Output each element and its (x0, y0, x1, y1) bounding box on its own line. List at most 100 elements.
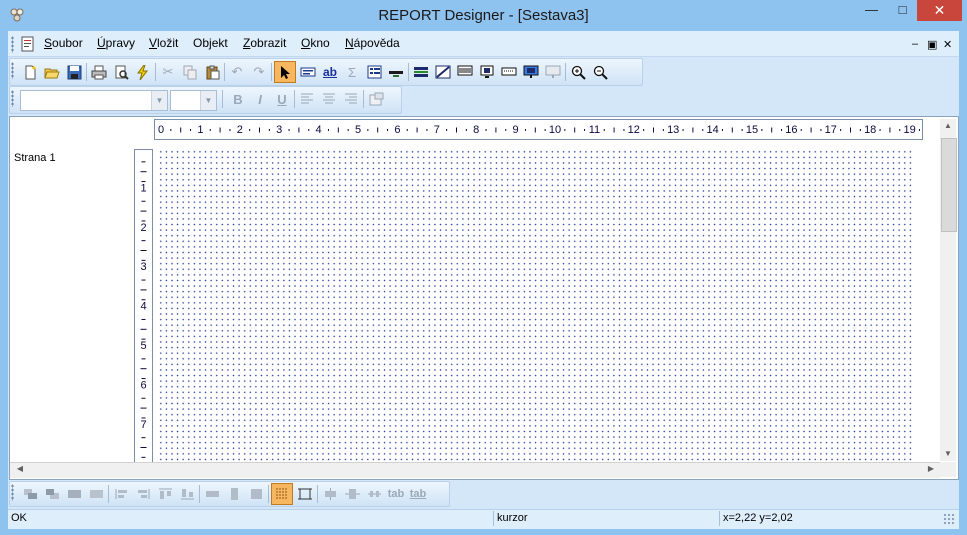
same-size-icon[interactable] (246, 484, 266, 504)
mdi-restore-button[interactable]: ▣ (927, 38, 937, 51)
italic-button[interactable]: I (250, 89, 270, 109)
scroll-left-icon[interactable]: ◀ (14, 464, 26, 473)
band-page-icon[interactable] (521, 62, 541, 82)
run-icon[interactable] (133, 62, 153, 82)
send-back-icon[interactable] (42, 484, 62, 504)
redo-icon[interactable]: ↷ (249, 62, 269, 82)
toolbar-separator (224, 63, 225, 81)
vertical-scroll-thumb[interactable] (941, 138, 957, 232)
print-preview-icon[interactable] (111, 62, 131, 82)
space-evenly-icon[interactable] (364, 484, 384, 504)
band-footer-icon[interactable] (477, 62, 497, 82)
align-left-icon[interactable] (297, 89, 317, 109)
select-pointer-icon[interactable] (274, 61, 296, 83)
new-icon[interactable] (20, 62, 40, 82)
font-size-select[interactable]: ▼ (170, 90, 217, 111)
align-rights-icon[interactable] (133, 484, 153, 504)
scroll-right-icon[interactable]: ▶ (925, 464, 937, 473)
menu-okno[interactable]: Okno (301, 36, 330, 50)
menu-napoveda[interactable]: Nápověda (345, 36, 400, 50)
horizontal-scrollbar[interactable] (10, 462, 940, 478)
menu-objekt[interactable]: Objekt (193, 36, 228, 50)
zoom-in-icon[interactable] (568, 62, 588, 82)
toolbar-separator (268, 485, 269, 503)
band-detail-icon[interactable] (433, 62, 453, 82)
bring-front-icon[interactable] (20, 484, 40, 504)
scroll-down-icon[interactable]: ▼ (940, 449, 956, 458)
close-button[interactable]: ✕ (917, 0, 962, 21)
document-icon[interactable] (20, 36, 36, 55)
toolbar-separator (565, 63, 566, 81)
scroll-up-icon[interactable]: ▲ (940, 121, 956, 130)
insert-field-icon[interactable] (298, 62, 318, 82)
ruler-mark-h: 9 (513, 124, 519, 136)
vertical-ruler: 1 2 3 4 5 6 7 (134, 149, 153, 463)
resize-grip[interactable] (943, 513, 956, 526)
font-name-select[interactable]: ▼ (20, 90, 168, 111)
same-width-icon[interactable] (202, 484, 222, 504)
same-height-icon[interactable] (224, 484, 244, 504)
align-center-icon[interactable] (319, 89, 339, 109)
ruler-mark-h: 18 (864, 124, 876, 136)
band-header-icon[interactable] (455, 62, 475, 82)
paste-icon[interactable] (202, 62, 222, 82)
align-right-icon[interactable] (341, 89, 361, 109)
minimize-button[interactable]: — (856, 0, 887, 21)
tab-order-auto-button[interactable]: tab (408, 484, 428, 504)
align-bottoms-icon[interactable] (177, 484, 197, 504)
toolbar-separator (363, 90, 364, 108)
frame-icon[interactable] (295, 484, 315, 504)
layout-toolbar-grip[interactable] (11, 484, 14, 501)
band-icon[interactable] (411, 62, 431, 82)
tab-order-button[interactable]: tab (386, 484, 406, 504)
snap-grid-icon[interactable] (271, 483, 293, 505)
toolbar-grip[interactable] (11, 62, 14, 79)
mdi-close-button[interactable]: ✕ (943, 38, 952, 51)
properties-icon[interactable] (366, 89, 386, 109)
align-lefts-icon[interactable] (111, 484, 131, 504)
toolbar-separator (108, 485, 109, 503)
cut-icon[interactable]: ✂ (158, 62, 178, 82)
format-toolbar-grip[interactable] (11, 90, 14, 107)
section-label[interactable]: Strana 1 (14, 152, 56, 164)
align-tops-icon[interactable] (155, 484, 175, 504)
insert-sum-icon[interactable]: Σ (342, 62, 362, 82)
ruler-mark-h: 11 (589, 124, 600, 136)
toolbar-separator (271, 63, 272, 81)
band-group-icon[interactable] (499, 62, 519, 82)
copy-icon[interactable] (180, 62, 200, 82)
menu-upravy[interactable]: Úpravy (97, 36, 135, 50)
band-summary-icon[interactable] (543, 62, 563, 82)
horizontal-ruler: 0 1 2 3 4 5 6 7 8 9 10 11 12 13 14 15 16 17 18 19 (154, 119, 923, 140)
zoom-out-icon[interactable] (590, 62, 610, 82)
status-state: OK (11, 512, 27, 524)
menu-zobrazit[interactable]: Zobrazit (243, 36, 286, 50)
undo-icon[interactable]: ↶ (227, 62, 247, 82)
forward-icon[interactable] (64, 484, 84, 504)
center-vertical-icon[interactable] (342, 484, 362, 504)
design-canvas[interactable] (158, 149, 912, 461)
open-icon[interactable] (42, 62, 62, 82)
ruler-mark-h: 5 (355, 124, 361, 136)
ruler-mark-h: 19 (903, 124, 915, 136)
chevron-down-icon[interactable]: ▼ (151, 91, 167, 110)
backward-icon[interactable] (86, 484, 106, 504)
menu-soubor[interactable]: Soubor (44, 36, 83, 50)
center-horizontal-icon[interactable] (320, 484, 340, 504)
ruler-mark-h: 3 (276, 124, 282, 136)
print-icon[interactable] (89, 62, 109, 82)
insert-text-icon[interactable]: ab (320, 62, 340, 82)
bold-button[interactable]: B (228, 89, 248, 109)
sections-panel: Strana 1 (10, 142, 133, 461)
menu-grip[interactable] (11, 36, 14, 53)
insert-list-icon[interactable] (364, 62, 384, 82)
ruler-mark-h: 12 (628, 124, 640, 136)
underline-button[interactable]: U (272, 89, 292, 109)
insert-line-icon[interactable] (386, 62, 406, 82)
mdi-minimize-button[interactable]: – (912, 38, 918, 50)
maximize-button[interactable]: □ (887, 0, 918, 21)
ruler-mark-h: 0 (158, 124, 164, 136)
chevron-down-icon[interactable]: ▼ (200, 91, 216, 110)
menu-vlozit[interactable]: Vložit (149, 36, 178, 50)
save-icon[interactable] (64, 62, 84, 82)
